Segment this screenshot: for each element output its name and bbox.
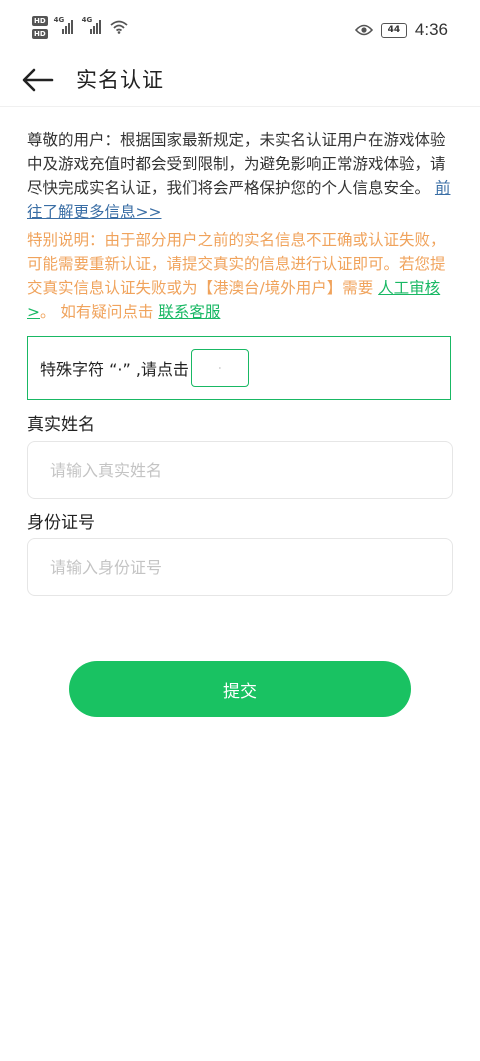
id-number-input[interactable] — [27, 538, 453, 596]
page-title: 实名认证 — [76, 68, 164, 92]
notice-section: 尊敬的用户：根据国家最新规定，未实名认证用户在游戏体验中及游戏充值时都会受到限制… — [27, 128, 455, 324]
battery-icon: 44 — [380, 22, 407, 38]
name-label: 真实姓名 — [27, 415, 95, 435]
contact-service-link[interactable]: 联系客服 — [158, 303, 220, 321]
captcha-box: 特殊字符 “·” ,请点击 · — [27, 336, 451, 400]
hd-badge: HD — [32, 29, 48, 39]
signal-icon: 4G — [53, 16, 76, 34]
signal-label: 4G — [53, 16, 65, 24]
question-text: 。 如有疑问点击 — [40, 303, 159, 321]
status-time: 4:36 — [414, 20, 448, 39]
app-header: 实名认证 — [0, 56, 480, 107]
hd-badge: HD — [32, 16, 48, 26]
captcha-char-button[interactable]: · — [190, 349, 249, 387]
back-arrow-icon[interactable] — [20, 62, 56, 98]
hd-indicators: HD HD — [32, 16, 48, 39]
captcha-prompt: 特殊字符 “·” ,请点击 — [40, 360, 189, 379]
id-label: 身份证号 — [27, 513, 95, 533]
real-name-input[interactable] — [27, 441, 453, 499]
captcha-char: · — [218, 363, 222, 373]
submit-button[interactable]: 提交 — [69, 661, 411, 717]
wifi-icon — [110, 20, 128, 34]
notice-main: 尊敬的用户：根据国家最新规定，未实名认证用户在游戏体验中及游戏充值时都会受到限制… — [27, 128, 455, 224]
status-left: HD HD 4G 4G — [32, 16, 128, 39]
notice-main-text: 尊敬的用户：根据国家最新规定，未实名认证用户在游戏体验中及游戏充值时都会受到限制… — [27, 131, 446, 197]
status-bar: HD HD 4G 4G 44 4:36 — [0, 0, 480, 56]
signal-icon: 4G — [81, 16, 104, 34]
special-note: 特别说明：由于部分用户之前的实名信息不正确或认证失败，可能需要重新认证，请提交真… — [27, 228, 455, 324]
eye-icon — [354, 24, 373, 36]
signal-label: 4G — [81, 16, 93, 24]
status-right: 44 4:36 — [354, 20, 448, 40]
